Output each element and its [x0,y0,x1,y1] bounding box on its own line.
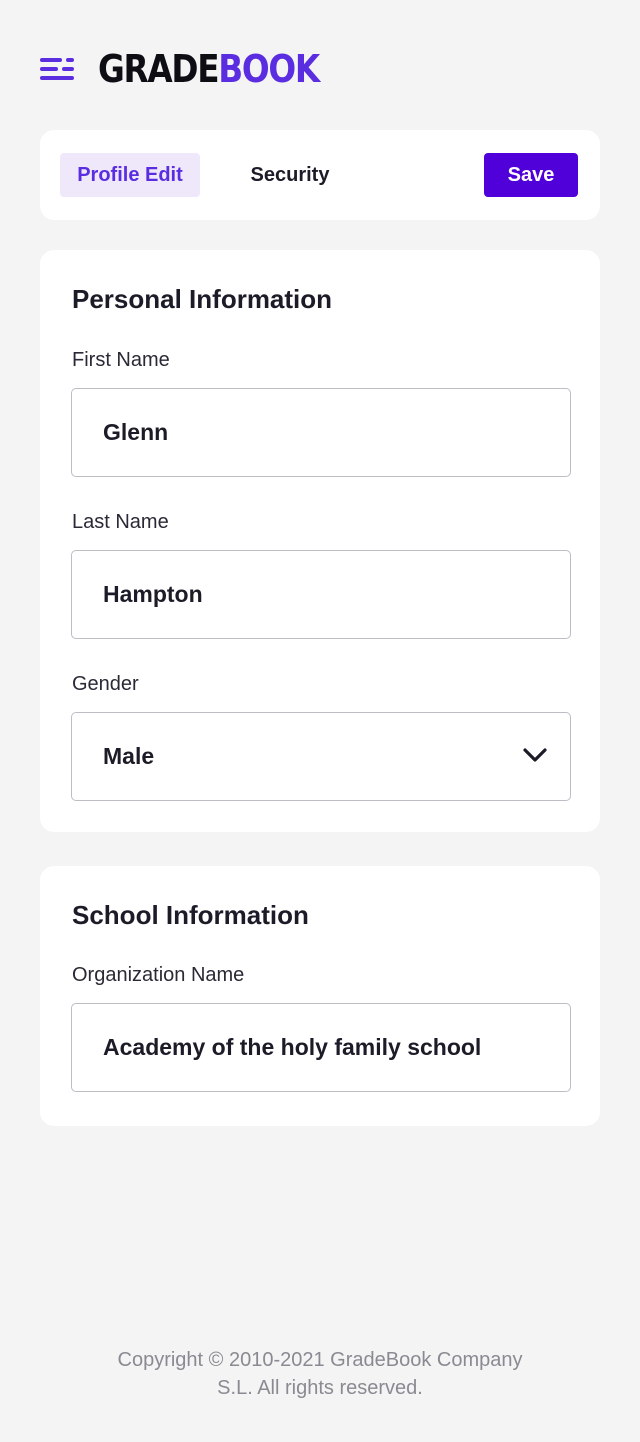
first-name-field[interactable]: Glenn [71,388,571,477]
school-information-card: School Information Organization Name Aca… [40,866,600,1126]
tab-security[interactable]: Security [230,153,350,197]
gender-value: Male [103,743,155,769]
school-information-title: School Information [72,900,309,930]
save-button[interactable]: Save [484,153,578,197]
last-name-label: Last Name [72,511,169,533]
app-logo: GRADEBOOK [98,46,320,92]
tab-profile-edit[interactable]: Profile Edit [60,153,200,197]
copyright-line-2: S.L. All rights reserved. [217,1377,423,1399]
copyright-footer: Copyright © 2010-2021 GradeBook Company … [0,1346,640,1402]
organization-name-field[interactable]: Academy of the holy family school [71,1003,571,1092]
tabs-bar: Profile Edit Security Save [40,130,600,220]
gender-select[interactable]: Male [71,712,571,801]
chevron-down-icon [523,748,547,762]
organization-name-label: Organization Name [72,964,245,986]
last-name-field[interactable]: Hampton [71,550,571,639]
hamburger-menu-icon[interactable] [40,51,76,87]
copyright-line-1: Copyright © 2010-2021 GradeBook Company [117,1349,523,1371]
personal-information-card: Personal Information First Name Glenn La… [40,250,600,832]
first-name-label: First Name [72,349,170,371]
app-header: GRADEBOOK [40,46,355,92]
logo-book: BOOK [218,47,320,91]
logo-grade: GRADE [98,47,220,91]
personal-information-title: Personal Information [72,284,333,314]
gender-label: Gender [72,673,139,695]
